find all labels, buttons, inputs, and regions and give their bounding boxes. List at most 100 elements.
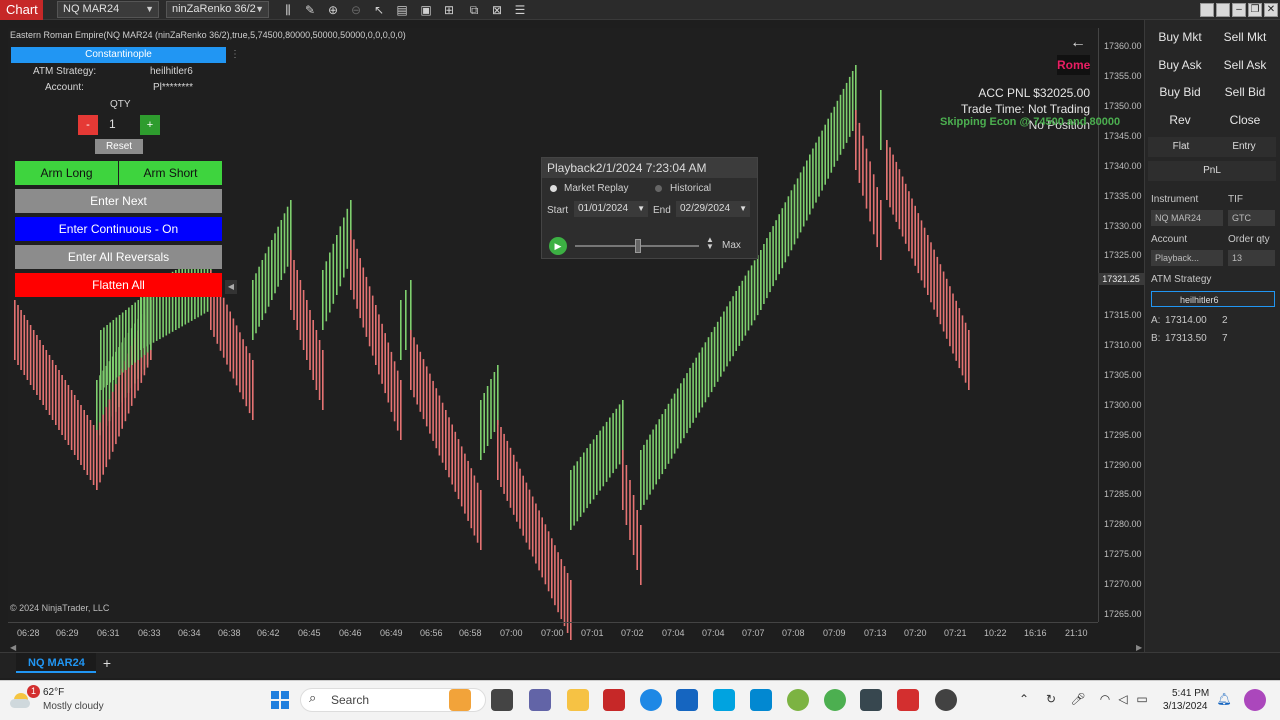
arm-long-button[interactable]: Arm Long [15,161,118,185]
speed-slider-knob[interactable] [635,239,641,253]
battery-icon[interactable]: ▭ [1134,691,1150,707]
time-tick-label: 06:42 [257,628,280,638]
renko-brick [716,321,719,382]
microphone-icon[interactable]: 🎤︎ [1070,691,1086,707]
renko-brick [476,482,479,543]
account-select[interactable]: Playback... [1151,250,1223,266]
renko-brick [387,342,390,403]
clock-time[interactable]: 5:41 PM [1172,688,1209,699]
sell-bid-button[interactable]: Sell Bid [1213,80,1277,104]
terminal-app-icon[interactable] [860,689,882,711]
enter-next-button[interactable]: Enter Next [15,189,222,213]
atm-strategy-select[interactable]: heilhitler6 [1151,291,1275,307]
widget-icon[interactable] [449,689,471,711]
renko-brick [473,475,476,536]
flatten-all-button[interactable]: Flatten All [15,273,222,297]
sell-mkt-button[interactable]: Sell Mkt [1213,25,1277,49]
scroll-left-icon[interactable]: ◀ [10,643,16,652]
maximize-icon[interactable]: ❐ [1248,3,1262,17]
historical-radio[interactable] [655,185,662,192]
renko-brick [661,414,664,475]
renko-brick [942,271,945,332]
renko-brick [277,226,279,287]
renko-brick [744,275,747,336]
l-app-icon[interactable] [713,689,735,711]
renko-brick [100,330,102,390]
buy-mkt-button[interactable]: Buy Mkt [1148,25,1212,49]
chevron-up-icon[interactable]: ⌃ [1016,691,1032,707]
renko-brick [239,332,241,393]
renko-brick [108,399,111,460]
owl-app-icon[interactable] [787,689,809,711]
arm-short-button[interactable]: Arm Short [119,161,222,185]
notification-bell-icon[interactable]: 🔔︎ [1216,691,1232,707]
wifi-icon[interactable]: ◠ [1097,691,1113,707]
renko-brick [111,391,114,452]
renko-brick [643,444,645,505]
back-arrow-icon[interactable]: ← [1070,34,1086,52]
volume-icon[interactable]: ◁ [1115,691,1131,707]
instrument-select[interactable]: NQ MAR24 [1151,210,1223,226]
ninjatrader-icon[interactable] [897,689,919,711]
renko-brick [763,244,765,304]
buy-bid-button[interactable]: Buy Bid [1148,80,1212,104]
clock-date[interactable]: 3/13/2024 [1163,701,1208,712]
blue-app-icon[interactable] [750,689,772,711]
speed-spinner-icon[interactable]: ▲ ▼ [706,236,714,251]
add-tab-button[interactable]: + [99,654,115,672]
chart-title: Eastern Roman Empire(NQ MAR24 (ninZaRenk… [10,30,406,40]
time-tick-label: 06:38 [218,628,241,638]
file-explorer-icon[interactable] [567,689,589,711]
enter-all-reversals-button[interactable]: Enter All Reversals [15,245,222,269]
order-qty-input[interactable]: 13 [1228,250,1275,266]
task-view-icon[interactable] [491,689,513,711]
close-button[interactable]: Close [1213,108,1277,132]
tile-icon[interactable] [1216,3,1230,17]
tab-nq-mar24[interactable]: NQ MAR24 [16,653,96,673]
renko-brick [535,503,537,564]
end-date-picker[interactable]: 02/29/2024 ▼ [676,201,750,217]
rev-button[interactable]: Rev [1148,108,1212,132]
play-icon[interactable]: ▶ [549,237,567,255]
restore-icon[interactable] [1200,3,1214,17]
store-icon[interactable] [676,689,698,711]
flat-tab[interactable]: Flat [1148,137,1214,157]
minimize-icon[interactable]: – [1232,3,1246,17]
renko-brick [735,291,737,351]
qty-plus-button[interactable]: + [140,115,160,135]
scroll-right-icon[interactable]: ▶ [1136,643,1142,652]
reset-button[interactable]: Reset [95,139,143,154]
collapse-panel-icon[interactable]: ◀ [225,280,237,294]
renko-brick [80,405,82,465]
renko-brick [325,261,328,322]
pnl-tab[interactable]: PnL [1148,161,1276,181]
buy-ask-button[interactable]: Buy Ask [1148,53,1212,77]
start-date-picker[interactable]: 01/01/2024 ▼ [574,201,648,217]
chrome-icon[interactable] [824,689,846,711]
panel-menu-icon[interactable]: ⋮ [230,49,240,60]
renko-brick [886,140,888,200]
qty-minus-button[interactable]: - [78,115,98,135]
renko-brick [930,242,932,303]
sell-ask-button[interactable]: Sell Ask [1213,53,1277,77]
teams-icon[interactable] [529,689,551,711]
renko-brick [692,362,694,423]
market-replay-radio[interactable] [550,185,557,192]
rome-badge: Rome [1057,55,1090,75]
shield-app-icon[interactable] [603,689,625,711]
tif-select[interactable]: GTC [1228,210,1275,226]
renko-brick [701,347,704,408]
copyright: © 2024 NinjaTrader, LLC [10,603,110,613]
windows-start-icon[interactable] [271,691,289,709]
close-icon[interactable]: ✕ [1264,3,1278,17]
edge-icon[interactable] [640,689,662,711]
renko-brick [652,429,654,490]
recorder-app-icon[interactable] [935,689,957,711]
renko-brick [264,253,267,314]
qty-value[interactable]: 1 [109,117,116,131]
enter-continuous-button[interactable]: Enter Continuous - On [15,217,222,241]
renko-brick [454,431,457,492]
copilot-icon[interactable] [1244,689,1266,711]
sync-icon[interactable]: ↻ [1043,691,1059,707]
entry-tab[interactable]: Entry [1212,137,1276,157]
